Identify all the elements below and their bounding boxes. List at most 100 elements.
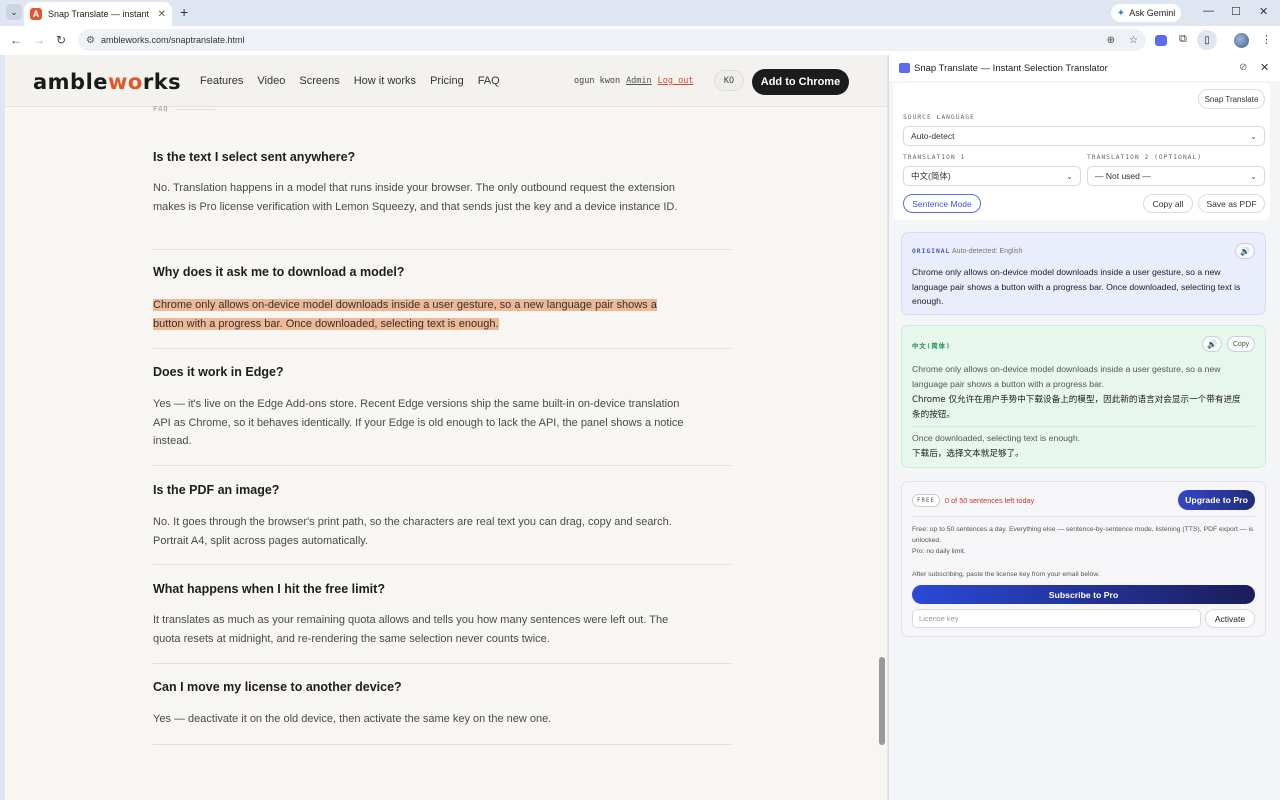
faq-question[interactable]: Is the PDF an image? [153, 483, 279, 497]
settings-section: Snap Translate SOURCE LANGUAGE Auto-dete… [893, 83, 1270, 220]
faq-item: Is the text I select sent anywhere? No. … [153, 136, 731, 250]
side-panel-close-icon[interactable]: ✕ [1260, 61, 1269, 74]
ask-gemini-button[interactable]: ✦ Ask Gemini [1111, 4, 1181, 22]
window-close-icon[interactable]: ✕ [1259, 5, 1268, 18]
extensions-puzzle-icon[interactable]: ⧉ [1179, 33, 1187, 46]
user-info: ogun kwon Admin Log out [574, 76, 693, 86]
logout-link[interactable]: Log out [658, 76, 694, 86]
faq-item: Why does it ask me to download a model? … [153, 250, 731, 349]
translation-2-select[interactable]: — Not used — ⌄ [1087, 166, 1265, 186]
chevron-down-icon: ⌄ [1066, 171, 1073, 181]
tab-close-icon[interactable]: ✕ [158, 9, 166, 20]
nav-how-it-works[interactable]: How it works [354, 75, 416, 87]
page-scrollbar[interactable] [879, 657, 885, 745]
auto-detected-label: Auto-detected: English [952, 248, 1023, 255]
snap-translate-extension-icon[interactable] [1155, 35, 1167, 46]
faq-question[interactable]: Can I move my license to another device? [153, 680, 402, 694]
free-divider [912, 516, 1255, 517]
add-to-chrome-button[interactable]: Add to Chrome [752, 69, 849, 95]
side-panel: Snap Translate — Instant Selection Trans… [888, 55, 1280, 800]
ambleworks-logo[interactable]: ambleworks [33, 70, 181, 94]
site-nav: Features Video Screens How it works Pric… [200, 75, 500, 87]
translation-tag: 中文(简体) [912, 343, 951, 350]
reload-icon[interactable]: ↻ [56, 33, 66, 47]
user-initials-badge[interactable]: KO [714, 70, 744, 91]
user-name: ogun kwon [574, 76, 621, 86]
quota-status: 0 of 50 sentences left today [945, 496, 1035, 505]
subscribe-to-pro-button[interactable]: Subscribe to Pro [912, 585, 1255, 604]
translation-card: 中文(简体) 🔊 Copy Chrome only allows on-devi… [901, 325, 1266, 468]
free-plan-description: Free: up to 50 sentences a day. Everythi… [912, 526, 1254, 545]
speaker-icon[interactable]: 🔊 [1235, 243, 1255, 259]
license-key-input[interactable] [912, 609, 1201, 628]
browser-tab[interactable]: A Snap Translate — instant selecti ✕ [24, 2, 172, 26]
snap-translate-logo-icon [899, 63, 910, 73]
nav-features[interactable]: Features [200, 75, 243, 87]
faq-answer: No. It goes through the browser's print … [153, 516, 672, 547]
chevron-down-icon: ⌄ [1250, 171, 1257, 181]
chevron-down-icon: ⌄ [1250, 131, 1257, 141]
tab-search-chevron-icon[interactable]: ⌄ [6, 4, 22, 20]
copy-all-button[interactable]: Copy all [1143, 194, 1193, 213]
side-panel-header: Snap Translate — Instant Selection Trans… [889, 55, 1280, 81]
upgrade-to-pro-button[interactable]: Upgrade to Pro [1178, 490, 1255, 510]
maximize-icon[interactable]: ☐ [1231, 5, 1241, 18]
unpin-icon[interactable]: ⊘ [1239, 62, 1247, 73]
faq-item: Can I move my license to another device?… [153, 664, 731, 745]
faq-answer: No. Translation happens in a model that … [153, 182, 678, 213]
free-badge: FREE [912, 494, 940, 507]
site-info-icon[interactable]: ⚙ [86, 35, 95, 46]
original-text: Chrome only allows on-device model downl… [912, 267, 1241, 306]
side-panel-title: Snap Translate — Instant Selection Trans… [914, 63, 1108, 74]
web-page: ambleworks Features Video Screens How it… [5, 55, 887, 800]
pro-plan-description: Pro: no daily limit. [912, 548, 966, 555]
original-card: ORIGINAL Auto-detected: English 🔊 Chrome… [901, 232, 1266, 315]
source-language-label: SOURCE LANGUAGE [903, 114, 975, 121]
admin-link[interactable]: Admin [626, 76, 652, 86]
selected-text-highlight[interactable]: Chrome only allows on-device model downl… [153, 299, 657, 330]
faq-answer: Yes — it's live on the Edge Add-ons stor… [153, 398, 684, 448]
faq-answer-highlighted: Chrome only allows on-device model downl… [153, 296, 688, 333]
zoom-icon[interactable]: ⊕ [1107, 35, 1115, 46]
bookmark-star-icon[interactable]: ☆ [1129, 35, 1138, 46]
profile-avatar[interactable] [1234, 33, 1249, 48]
faq-eyebrow: FAQ [153, 105, 215, 113]
subscribe-instructions: After subscribing, paste the license key… [912, 571, 1100, 578]
speaker-icon[interactable]: 🔊 [1202, 336, 1222, 352]
nav-screens[interactable]: Screens [299, 75, 339, 87]
faq-question[interactable]: Does it work in Edge? [153, 365, 284, 379]
tab-favicon-icon: A [30, 8, 42, 20]
sentence-mode-button[interactable]: Sentence Mode [903, 194, 981, 213]
nav-video[interactable]: Video [257, 75, 285, 87]
save-as-pdf-button[interactable]: Save as PDF [1198, 194, 1265, 213]
address-bar[interactable]: ⚙ ambleworks.com/snaptranslate.html ⊕ ☆ [78, 29, 1146, 51]
faq-question[interactable]: What happens when I hit the free limit? [153, 582, 385, 596]
sentence-divider [912, 426, 1255, 427]
faq-answer: Yes — deactivate it on the old device, t… [153, 713, 552, 725]
source-language-select[interactable]: Auto-detect ⌄ [903, 126, 1265, 146]
free-plan-card: FREE 0 of 50 sentences left today Upgrad… [901, 481, 1266, 637]
new-tab-plus-icon[interactable]: + [180, 4, 188, 20]
translation-1-label: TRANSLATION 1 [903, 154, 966, 161]
sentence-translation: 下载后，选择文本就足够了。 [912, 449, 1024, 459]
translation-1-select[interactable]: 中文(简体) ⌄ [903, 166, 1081, 186]
nav-faq[interactable]: FAQ [478, 75, 500, 87]
forward-arrow-icon[interactable]: → [33, 33, 45, 47]
translation-2-label: TRANSLATION 2 (OPTIONAL) [1087, 154, 1202, 161]
minimize-icon[interactable]: — [1203, 5, 1214, 17]
activate-button[interactable]: Activate [1205, 609, 1255, 628]
browser-menu-kebab-icon[interactable]: ⋮ [1261, 33, 1272, 46]
faq-question[interactable]: Why does it ask me to download a model? [153, 265, 404, 279]
snap-translate-button[interactable]: Snap Translate [1198, 89, 1265, 109]
gemini-sparkle-icon: ✦ [1116, 7, 1126, 19]
faq-answer: It translates as much as your remaining … [153, 614, 669, 645]
side-panel-toggle-icon[interactable]: ▯ [1197, 30, 1217, 50]
nav-pricing[interactable]: Pricing [430, 75, 464, 87]
copy-translation-button[interactable]: Copy [1227, 336, 1255, 352]
faq-item: Does it work in Edge? Yes — it's live on… [153, 349, 731, 466]
sentence-translation: Chrome 仅允许在用户手势中下载设备上的模型，因此新的语言对会显示一个带有进… [912, 395, 1241, 420]
site-header: ambleworks Features Video Screens How it… [5, 55, 887, 107]
faq-question[interactable]: Is the text I select sent anywhere? [153, 150, 355, 164]
url-text[interactable]: ambleworks.com/snaptranslate.html [101, 35, 1093, 45]
back-arrow-icon[interactable]: ← [10, 33, 22, 47]
